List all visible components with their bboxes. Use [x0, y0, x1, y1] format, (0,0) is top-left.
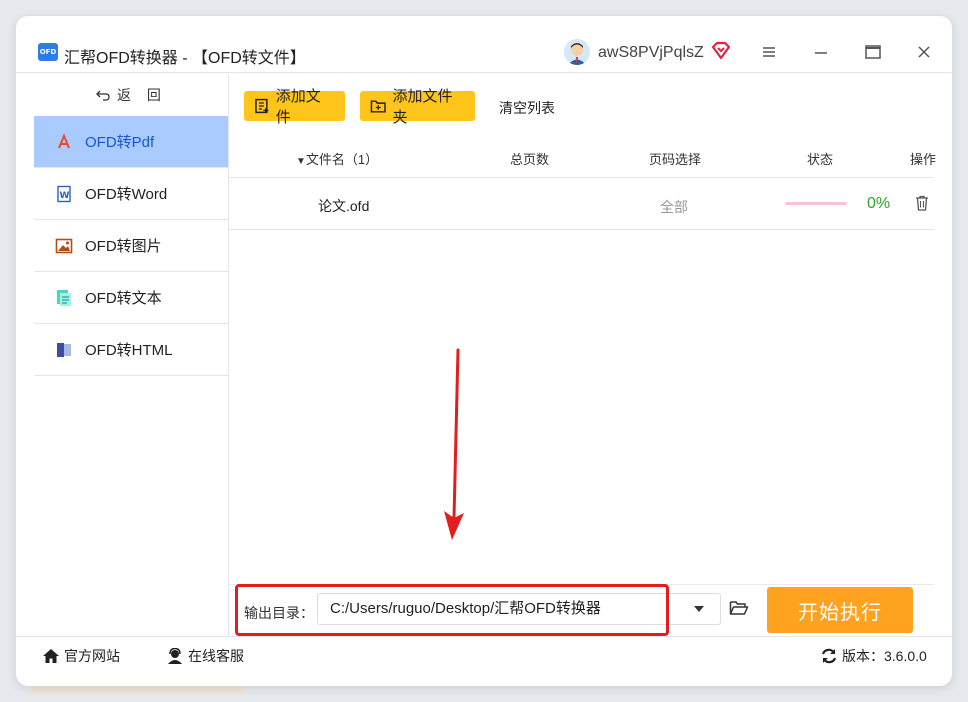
add-file-button[interactable]: 添加文件	[244, 88, 345, 126]
annotation-highlight-box	[235, 584, 669, 636]
progress-bar	[785, 202, 847, 205]
menu-icon[interactable]	[754, 38, 784, 66]
add-file-label: 添加文件	[275, 88, 321, 126]
footer-divider	[16, 636, 952, 637]
sidebar-item-ofd-to-pdf[interactable]: OFD转Pdf	[34, 116, 228, 168]
back-button[interactable]: 返 回	[34, 74, 228, 116]
add-folder-button[interactable]: 添加文件夹	[360, 88, 475, 126]
word-icon: W	[54, 184, 74, 204]
table-divider	[229, 177, 934, 178]
username[interactable]: awS8PVjPqlsZ	[598, 44, 704, 62]
table-row-filename: 论文.ofd	[318, 198, 370, 214]
action-column-header: 操作	[910, 152, 937, 167]
start-button[interactable]: 开始执行	[767, 587, 913, 633]
avatar[interactable]	[564, 39, 590, 65]
sort-caret-icon: ▼	[296, 156, 306, 167]
sidebar-item-ofd-to-word[interactable]: W OFD转Word	[34, 168, 228, 220]
delete-icon[interactable]	[915, 195, 929, 216]
sidebar-item-label: OFD转HTML	[85, 342, 173, 359]
svg-text:W: W	[60, 191, 70, 201]
add-folder-label: 添加文件夹	[392, 88, 453, 126]
back-arrow-icon	[96, 90, 110, 101]
refresh-icon	[821, 648, 837, 664]
back-label: 返 回	[117, 87, 167, 103]
sidebar-item-ofd-to-text[interactable]: OFD转文本	[34, 272, 228, 324]
html-icon	[54, 340, 74, 360]
vip-diamond-icon[interactable]	[710, 41, 732, 61]
online-support-link[interactable]: 在线客服	[166, 646, 244, 666]
official-website-link[interactable]: 官方网站	[42, 646, 120, 666]
title-bar: OFD 汇帮OFD转换器 - 【OFD转文件】 awS8PVjPqlsZ	[16, 16, 952, 73]
close-icon[interactable]	[909, 38, 939, 66]
version-info[interactable]: 版本：3.6.0.0	[820, 646, 927, 666]
clear-list-button[interactable]: 清空列表	[499, 98, 555, 118]
sidebar-item-label: OFD转文本	[85, 290, 162, 307]
maximize-icon[interactable]	[858, 38, 888, 66]
sidebar-item-label: OFD转Word	[85, 186, 168, 203]
sidebar-item-ofd-to-image[interactable]: OFD转图片	[34, 220, 228, 272]
chevron-down-icon[interactable]	[694, 606, 704, 612]
sidebar-item-label: OFD转图片	[85, 238, 162, 255]
pages-column-header: 总页数	[510, 152, 550, 167]
filename-column-header[interactable]: ▼文件名（1）	[296, 149, 378, 168]
table-row-divider	[229, 229, 934, 230]
text-icon	[54, 288, 74, 308]
page-select-value[interactable]: 全部	[660, 197, 688, 217]
image-icon	[54, 236, 74, 256]
sidebar-item-label: OFD转Pdf	[85, 134, 155, 151]
window-title: 汇帮OFD转换器 - 【OFD转文件】	[64, 50, 306, 67]
add-folder-icon	[370, 100, 386, 113]
status-column-header: 状态	[807, 152, 834, 167]
minimize-icon[interactable]	[806, 38, 836, 66]
sidebar-item-ofd-to-html[interactable]: OFD转HTML	[34, 324, 228, 376]
add-file-icon	[255, 98, 269, 114]
home-icon	[43, 649, 59, 663]
progress-percent: 0%	[867, 195, 891, 212]
app-logo-icon: OFD	[38, 43, 58, 61]
app-window: OFD 汇帮OFD转换器 - 【OFD转文件】 awS8PVjPqlsZ 返 回…	[16, 16, 952, 686]
annotation-arrow	[444, 348, 464, 540]
sidebar: 返 回 OFD转Pdf W OFD转Word OFD转图片 OFD转文本 OFD…	[34, 74, 229, 636]
open-folder-icon[interactable]	[729, 599, 751, 619]
support-agent-icon	[168, 648, 182, 664]
page-select-column-header: 页码选择	[649, 152, 702, 167]
pdf-icon	[54, 132, 74, 152]
